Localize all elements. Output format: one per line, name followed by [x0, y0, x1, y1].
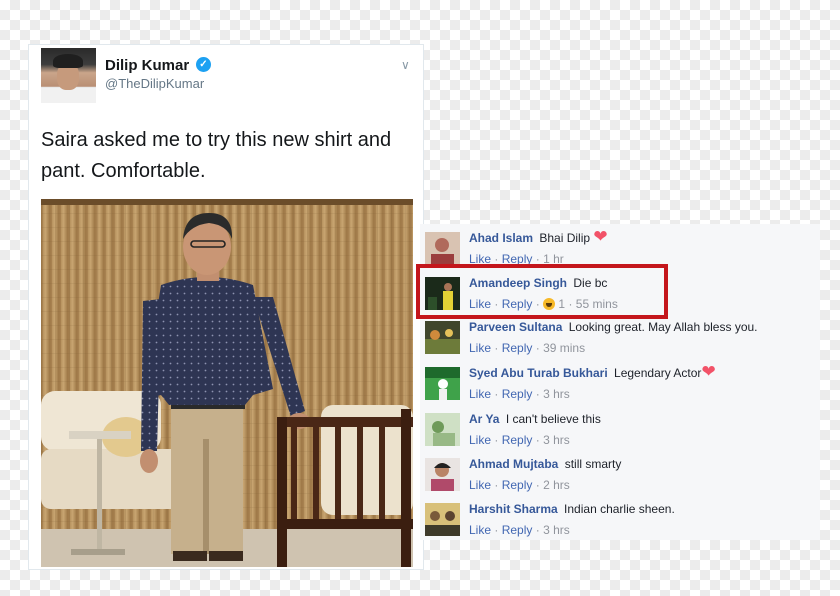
separator-dot: ·: [494, 433, 499, 447]
chair-post: [401, 409, 411, 567]
comment-item: Ar Ya I can't believe this Like · Reply …: [420, 409, 820, 453]
separator-dot: ·: [494, 387, 499, 401]
tweet-photo[interactable]: [41, 199, 413, 567]
commenter-name[interactable]: Ar Ya: [469, 412, 499, 426]
curtain-rod: [41, 199, 413, 205]
comment-actions: Like · Reply · 3 hrs: [469, 387, 570, 401]
shoes: [209, 551, 243, 561]
separator-dot: ·: [535, 478, 540, 492]
heart-icon: ❤: [701, 362, 716, 381]
shirt: [143, 277, 273, 405]
left-hand: [140, 449, 158, 473]
comment-text: Legendary Actor: [614, 366, 702, 380]
separator-dot: ·: [535, 341, 540, 355]
commenter-avatar[interactable]: [425, 458, 460, 491]
avatar-image: [425, 367, 460, 400]
comment-body: Ahad Islam Bhai Dilip ❤: [469, 228, 608, 245]
author-avatar[interactable]: [41, 48, 96, 103]
tweet-photo-illustration: [41, 199, 413, 567]
reply-button[interactable]: Reply: [502, 478, 533, 492]
comment-actions: Like · Reply · 3 hrs: [469, 523, 570, 537]
comment-timestamp[interactable]: 3 hrs: [543, 523, 570, 537]
comment-timestamp[interactable]: 2 hrs: [543, 478, 570, 492]
comment-item: Ahmad Mujtaba still smarty Like · Reply …: [420, 454, 820, 498]
commenter-name[interactable]: Ahad Islam: [469, 231, 533, 245]
like-button[interactable]: Like: [469, 433, 491, 447]
avatar-shirt: [41, 88, 96, 103]
commenter-avatar[interactable]: [425, 413, 460, 446]
side-table: [69, 431, 131, 439]
like-button[interactable]: Like: [469, 478, 491, 492]
comment-text: Bhai Dilip: [539, 231, 591, 245]
chair-seat: [277, 519, 413, 529]
shoes: [173, 551, 207, 561]
side-table-leg: [97, 439, 102, 551]
side-table-base: [71, 549, 125, 555]
reply-button[interactable]: Reply: [502, 523, 533, 537]
like-button[interactable]: Like: [469, 523, 491, 537]
comment-actions: Like · Reply · 2 hrs: [469, 478, 570, 492]
avatar-hair: [53, 54, 83, 68]
separator-dot: ·: [535, 433, 540, 447]
avatar-image: [425, 232, 460, 265]
avatar-image: [425, 503, 460, 536]
chevron-down-icon[interactable]: ∨: [401, 58, 410, 72]
chair-slat: [291, 427, 297, 519]
avatar-image: [425, 413, 460, 446]
comment-item: Parveen Sultana Looking great. May Allah…: [420, 317, 820, 361]
separator-dot: ·: [535, 387, 540, 401]
comment-text: Indian charlie sheen.: [564, 502, 675, 516]
comment-body: Ar Ya I can't believe this: [469, 412, 601, 426]
heart-icon: ❤: [593, 227, 608, 246]
comment-body: Harshit Sharma Indian charlie sheen.: [469, 502, 675, 516]
chair-slat: [357, 427, 363, 519]
tweet-card: Dilip Kumar ✓ @TheDilipKumar ∨ Saira ask…: [28, 44, 424, 570]
comment-body: Syed Abu Turab Bukhari Legendary Actor❤: [469, 363, 716, 380]
comment-text: Looking great. May Allah bless you.: [568, 320, 758, 334]
chair-back-rail: [277, 417, 413, 427]
commenter-name[interactable]: Parveen Sultana: [469, 320, 562, 334]
avatar-image: [425, 321, 460, 354]
comment-body: Parveen Sultana Looking great. May Allah…: [469, 320, 758, 334]
comment-text: I can't believe this: [505, 412, 601, 426]
separator-dot: ·: [494, 341, 499, 355]
commenter-name[interactable]: Ahmad Mujtaba: [469, 457, 558, 471]
verified-badge-icon: ✓: [196, 57, 211, 72]
chair-slat: [335, 427, 341, 519]
commenter-avatar[interactable]: [425, 232, 460, 265]
author-name[interactable]: Dilip Kumar: [105, 57, 189, 74]
comment-text: still smarty: [564, 457, 622, 471]
separator-dot: ·: [535, 523, 540, 537]
separator-dot: ·: [494, 523, 499, 537]
commenter-name[interactable]: Harshit Sharma: [469, 502, 558, 516]
commenter-avatar[interactable]: [425, 367, 460, 400]
comment-timestamp[interactable]: 3 hrs: [543, 387, 570, 401]
author-handle[interactable]: @TheDilipKumar: [105, 76, 204, 91]
comment-actions: Like · Reply · 39 mins: [469, 341, 585, 355]
comment-body: Ahmad Mujtaba still smarty: [469, 457, 621, 471]
reply-button[interactable]: Reply: [502, 433, 533, 447]
comment-timestamp[interactable]: 39 mins: [543, 341, 585, 355]
chair-post: [277, 417, 287, 567]
reply-button[interactable]: Reply: [502, 341, 533, 355]
highlight-box: [416, 264, 668, 319]
separator-dot: ·: [494, 478, 499, 492]
comment-item: Harshit Sharma Indian charlie sheen. Lik…: [420, 499, 820, 543]
like-button[interactable]: Like: [469, 341, 491, 355]
commenter-avatar[interactable]: [425, 321, 460, 354]
reply-button[interactable]: Reply: [502, 387, 533, 401]
comment-item: Syed Abu Turab Bukhari Legendary Actor❤ …: [420, 363, 820, 407]
like-button[interactable]: Like: [469, 387, 491, 401]
comment-timestamp[interactable]: 3 hrs: [543, 433, 570, 447]
commenter-avatar[interactable]: [425, 503, 460, 536]
avatar-image: [425, 458, 460, 491]
chair-slat: [379, 427, 385, 519]
tweet-text: Saira asked me to try this new shirt and…: [41, 129, 392, 182]
trouser-split: [203, 439, 209, 554]
sofa-seat: [41, 449, 186, 509]
comment-actions: Like · Reply · 3 hrs: [469, 433, 570, 447]
commenter-name[interactable]: Syed Abu Turab Bukhari: [469, 366, 608, 380]
chair-slat: [313, 427, 319, 519]
